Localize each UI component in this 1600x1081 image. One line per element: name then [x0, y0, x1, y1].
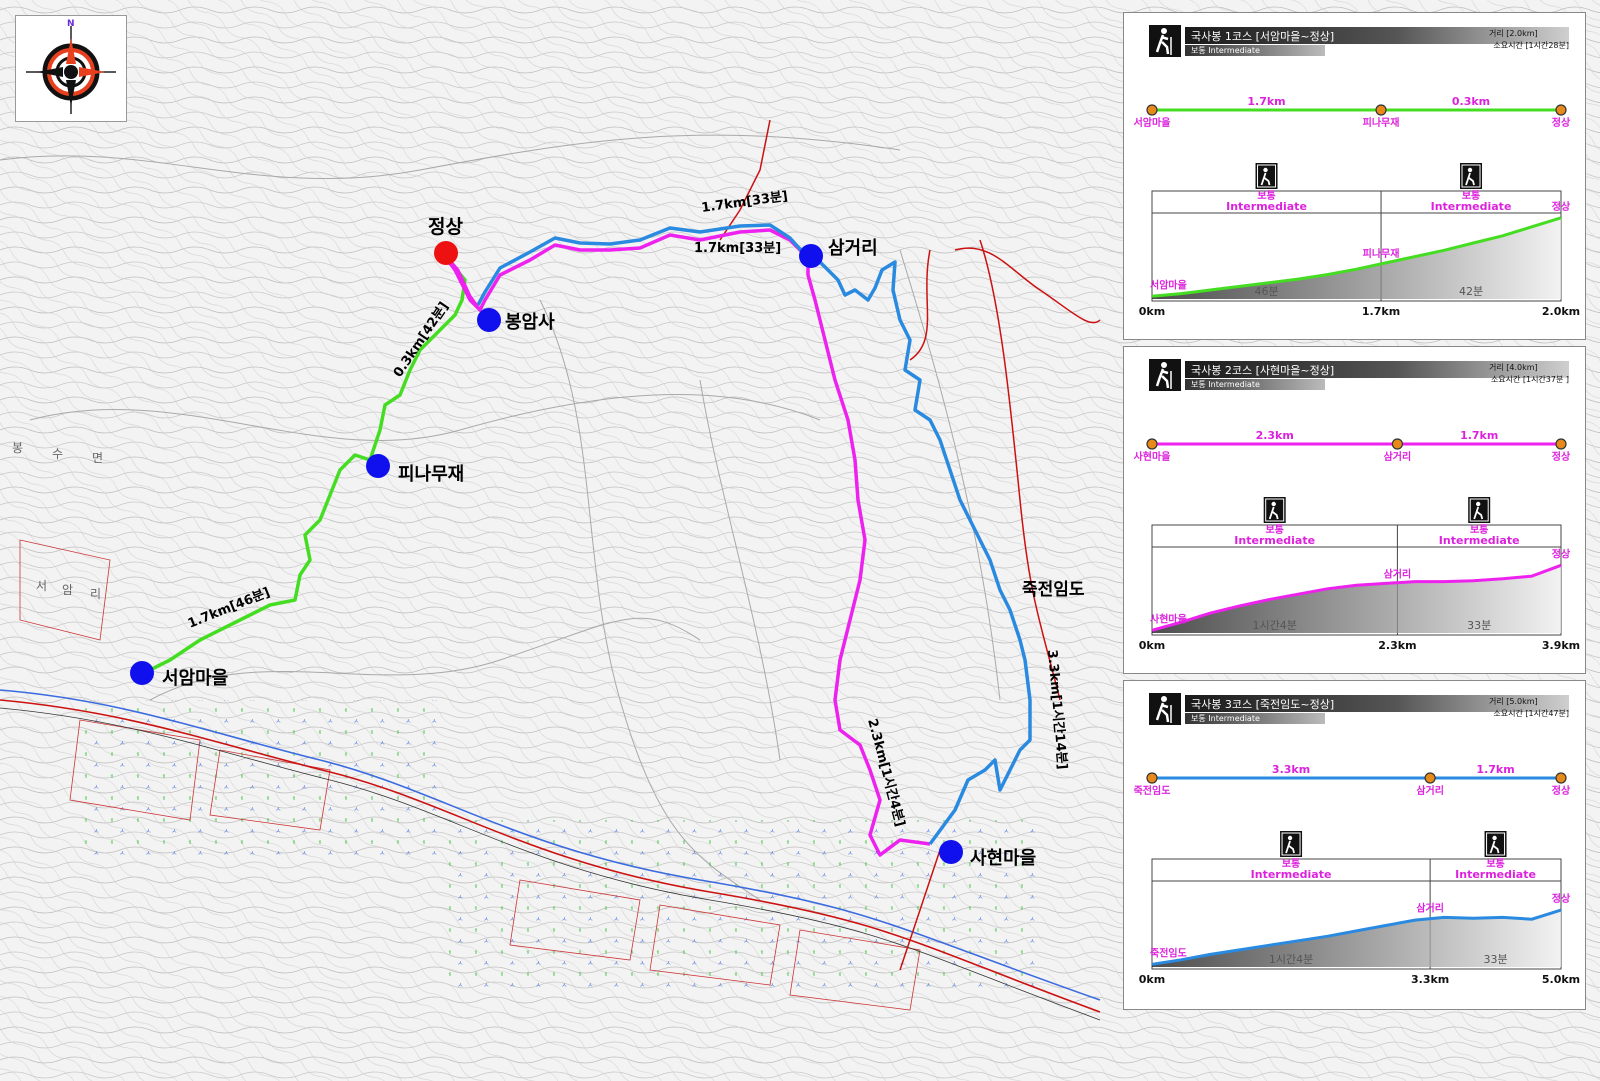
svg-text:봉: 봉: [12, 441, 23, 455]
segment2-time: 33분: [1483, 953, 1507, 966]
route-end-point: [1555, 104, 1567, 116]
grade-label-1-en: Intermediate: [1251, 868, 1332, 881]
profile-start-label: 서암마을: [1150, 278, 1187, 291]
grade-label-2-en: Intermediate: [1455, 868, 1536, 881]
route-mid-point: [1424, 772, 1436, 784]
route-mid-label: 삼거리: [1384, 450, 1412, 463]
course3-panel: 국사봉 3코스 [죽전임도~정상] 보통 Intermediate 거리 [5.…: [1123, 680, 1586, 1010]
hiker-icon: [1263, 497, 1286, 523]
compass-north-label: N: [67, 19, 75, 29]
segment1-time: 46분: [1254, 285, 1278, 298]
samgeori-marker[interactable]: [799, 244, 823, 268]
axis-tick-1: 3.3km: [1411, 973, 1449, 986]
seoam-marker[interactable]: [130, 661, 154, 685]
summit-label: 정상: [428, 216, 463, 238]
course3-profile-chart: 3.3km 1.7km죽전임도 삼거리 정상보통Intermediate보통Inter…: [1134, 763, 1581, 986]
segment2-distance: 1.7km: [1476, 763, 1514, 776]
pinamujae-marker[interactable]: [366, 454, 390, 478]
samgeori-label: 삼거리: [828, 238, 878, 259]
svg-text:수: 수: [52, 447, 63, 461]
profile-end-label: 정상: [1552, 547, 1571, 560]
profile-end-label: 정상: [1552, 200, 1571, 213]
seoam-label: 서암마을: [162, 668, 228, 689]
route-label-bongam-samgeori-bottom: 1.7km[33분]: [694, 241, 781, 256]
grade-label-2-en: Intermediate: [1439, 534, 1520, 547]
route-end-label: 정상: [1552, 450, 1571, 463]
route-mid-label: 삼거리: [1416, 784, 1444, 797]
route-mid-point: [1375, 104, 1387, 116]
hiker-icon: [1468, 497, 1491, 523]
route-start-label: 사현마을: [1134, 450, 1171, 463]
route-start-label: 죽전임도: [1134, 784, 1171, 797]
route-mid-point: [1391, 438, 1403, 450]
compass-rose: N: [15, 15, 127, 122]
axis-tick-2: 2.0km: [1542, 305, 1580, 318]
course1-profile-chart: 1.7km 0.3km서암마을 피나무재 정상보통Intermediate보통Inte…: [1134, 95, 1581, 318]
hiker-icon: [1255, 163, 1278, 189]
route-end-label: 정상: [1552, 784, 1571, 797]
segment1-distance: 2.3km: [1256, 429, 1294, 442]
route-start-point: [1146, 104, 1158, 116]
profile-start-label: 죽전임도: [1150, 946, 1187, 959]
segment1-distance: 1.7km: [1247, 95, 1285, 108]
route-start-point: [1146, 772, 1158, 784]
axis-tick-2: 3.9km: [1542, 639, 1580, 652]
axis-tick-0: 0km: [1139, 305, 1165, 318]
svg-text:암: 암: [62, 583, 73, 597]
route-start-point: [1146, 438, 1158, 450]
segment2-time: 42분: [1459, 285, 1483, 298]
route-end-point: [1555, 772, 1567, 784]
axis-tick-0: 0km: [1139, 639, 1165, 652]
jukjeon-label: 죽전임도: [1022, 579, 1085, 600]
route-end-point: [1555, 438, 1567, 450]
svg-text:면: 면: [92, 451, 103, 465]
hiker-icon: [1484, 831, 1507, 857]
profile-end-label: 정상: [1552, 892, 1571, 905]
map-stage: ᅦ ㅅ: [0, 0, 1600, 1081]
grade-label-2-en: Intermediate: [1431, 200, 1512, 213]
route-start-label: 서암마을: [1134, 116, 1171, 129]
route-mid-label: 피나무재: [1363, 116, 1400, 129]
course1-panel: 국사봉 1코스 [서암마을~정상] 보통 Intermediate 거리 [2.…: [1123, 12, 1586, 340]
axis-tick-0: 0km: [1139, 973, 1165, 986]
segment2-distance: 1.7km: [1460, 429, 1498, 442]
pinamujae-label: 피나무재: [398, 464, 464, 485]
bongamsa-marker[interactable]: [477, 308, 501, 332]
hiker-icon: [1280, 831, 1303, 857]
axis-tick-2: 5.0km: [1542, 973, 1580, 986]
hiker-icon: [1460, 163, 1483, 189]
summit-marker[interactable]: [434, 241, 458, 265]
grade-label-1-en: Intermediate: [1234, 534, 1315, 547]
grade-label-1-en: Intermediate: [1226, 200, 1307, 213]
axis-tick-1: 1.7km: [1362, 305, 1400, 318]
segment1-time: 1시간4분: [1269, 953, 1313, 966]
svg-text:서: 서: [36, 579, 47, 593]
axis-tick-1: 2.3km: [1378, 639, 1416, 652]
segment1-distance: 3.3km: [1272, 763, 1310, 776]
course2-profile-chart: 2.3km 1.7km사현마을 삼거리 정상보통Intermediate보통Inter…: [1134, 429, 1581, 652]
segment2-time: 33분: [1467, 619, 1491, 632]
profile-mid-label: 삼거리: [1416, 901, 1444, 914]
profile-mid-label: 피나무재: [1363, 247, 1400, 260]
sahyeon-label: 사현마을: [970, 848, 1036, 869]
bongamsa-label: 봉암사: [505, 312, 555, 333]
segment1-time: 1시간4분: [1253, 619, 1297, 632]
sahyeon-marker[interactable]: [939, 840, 963, 864]
route-end-label: 정상: [1552, 116, 1571, 129]
profile-mid-label: 삼거리: [1384, 567, 1412, 580]
segment2-distance: 0.3km: [1452, 95, 1490, 108]
profile-start-label: 사현마을: [1150, 612, 1187, 625]
course2-panel: 국사봉 2코스 [사현마을~정상] 보통 Intermediate 거리 [4.…: [1123, 346, 1586, 674]
svg-text:리: 리: [90, 587, 101, 601]
